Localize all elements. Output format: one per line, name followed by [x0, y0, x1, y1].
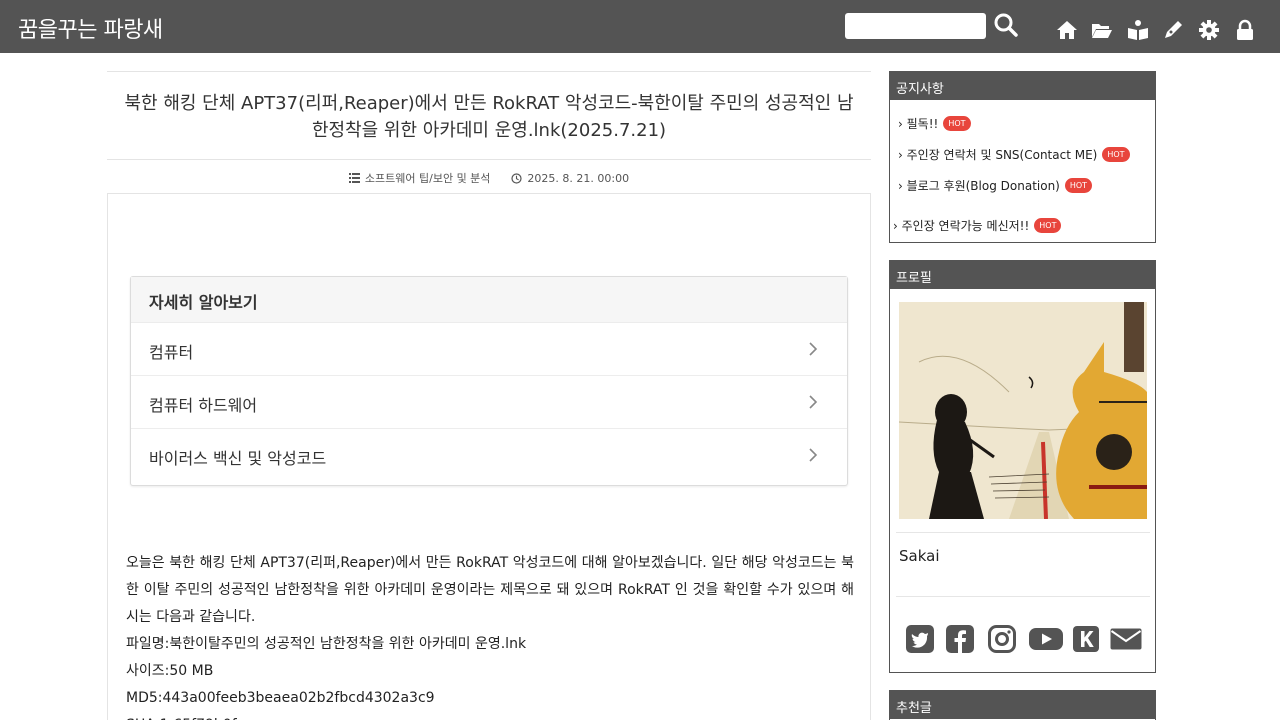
related-item-label: 컴퓨터 — [149, 343, 194, 362]
post-date: 2025. 8. 21. 00:00 — [511, 172, 629, 185]
date-label: 2025. 8. 21. 00:00 — [527, 171, 630, 185]
body-md5: MD5:443a00feeb3beaea02b2fbcd4302a3c9 — [126, 690, 435, 706]
related-item[interactable]: 컴퓨터 — [131, 323, 847, 376]
notice-item[interactable]: › 주인장 연락처 및 SNS(Contact ME) HOT — [898, 146, 1130, 163]
related-item-label: 바이러스 백신 및 악성코드 — [149, 449, 327, 468]
body-size: 사이즈:50 MB — [126, 663, 214, 679]
body-intro: 오늘은 북한 해킹 단체 APT37(리퍼,Reaper)에서 만든 RokRA… — [126, 555, 854, 625]
divider — [107, 159, 871, 160]
search-button[interactable] — [992, 12, 1020, 40]
clock-icon — [511, 172, 523, 184]
category-link[interactable]: 소프트웨어 팁/보안 및 분석 — [348, 170, 491, 186]
notice-item-label: › 필독!! — [898, 117, 939, 131]
pen-icon[interactable] — [1162, 19, 1184, 41]
chevron-right-icon — [809, 395, 818, 409]
divider — [107, 71, 871, 72]
youtube-icon[interactable] — [1028, 624, 1064, 654]
recommended-widget: 추천글 — [889, 690, 1156, 720]
notice-item-label: › 주인장 연락가능 메신저!! — [893, 219, 1030, 233]
body-filename: 파일명:북한이탈주민의 성공적인 남한정착을 위한 아카데미 운영.lnk — [126, 636, 527, 652]
notice-item-label: › 주인장 연락처 및 SNS(Contact ME) — [898, 148, 1098, 162]
divider — [896, 596, 1150, 597]
profile-name: Sakai — [899, 547, 940, 565]
notice-item[interactable]: › 주인장 연락가능 메신저!! HOT — [893, 217, 1062, 234]
notice-item[interactable]: › 필독!! HOT — [898, 115, 971, 132]
post-title: 북한 해킹 단체 APT37(리퍼,Reaper)에서 만든 RokRAT 악성… — [124, 93, 854, 141]
top-bar: 꿈을꾸는 파랑새 — [0, 0, 1280, 53]
site-title[interactable]: 꿈을꾸는 파랑새 — [18, 12, 163, 44]
chevron-right-icon — [809, 342, 818, 356]
hot-badge: HOT — [943, 116, 971, 131]
folder-open-icon[interactable] — [1091, 19, 1113, 41]
facebook-icon[interactable] — [945, 624, 975, 654]
body-sha1: SHA-1:65f79b0f... — [126, 712, 854, 720]
chevron-right-icon — [809, 448, 818, 462]
post-meta: 소프트웨어 팁/보안 및 분석 2025. 8. 21. 00:00 — [107, 170, 871, 186]
notice-heading: 공지사항 — [890, 72, 1155, 100]
search-icon — [994, 13, 1018, 37]
profile-image — [899, 302, 1147, 519]
profile-heading: 프로필 — [890, 261, 1155, 289]
notice-item-label: › 블로그 후원(Blog Donation) — [898, 179, 1060, 193]
mail-icon[interactable] — [1109, 624, 1143, 654]
related-item[interactable]: 컴퓨터 하드웨어 — [131, 376, 847, 429]
search-input[interactable] — [845, 13, 986, 39]
hot-badge: HOT — [1102, 147, 1130, 162]
related-heading: 자세히 알아보기 — [131, 277, 847, 323]
hot-badge: HOT — [1034, 218, 1062, 233]
notice-item[interactable]: › 블로그 후원(Blog Donation) HOT — [898, 177, 1093, 194]
category-label: 소프트웨어 팁/보안 및 분석 — [364, 172, 491, 185]
profile-widget: 프로필 Sakai — [889, 260, 1156, 673]
related-topics-box: 자세히 알아보기 컴퓨터 컴퓨터 하드웨어 바이러스 백신 및 악성코드 — [130, 276, 848, 486]
instagram-icon[interactable] — [987, 624, 1017, 654]
gear-icon[interactable] — [1198, 19, 1220, 41]
recommended-heading: 추천글 — [890, 691, 1155, 719]
divider — [896, 532, 1150, 533]
notice-widget: 공지사항 › 필독!! HOT › 주인장 연락처 및 SNS(Contact … — [889, 71, 1156, 243]
lock-icon[interactable] — [1234, 19, 1256, 41]
kakao-icon[interactable] — [1071, 624, 1101, 654]
list-icon — [348, 173, 360, 183]
twitter-icon[interactable] — [905, 624, 935, 654]
home-icon[interactable] — [1056, 19, 1078, 41]
hot-badge: HOT — [1064, 178, 1093, 193]
related-item[interactable]: 바이러스 백신 및 악성코드 — [131, 429, 847, 482]
post-body: 오늘은 북한 해킹 단체 APT37(리퍼,Reaper)에서 만든 RokRA… — [126, 550, 854, 720]
related-item-label: 컴퓨터 하드웨어 — [149, 396, 258, 415]
book-reader-icon[interactable] — [1127, 19, 1149, 41]
